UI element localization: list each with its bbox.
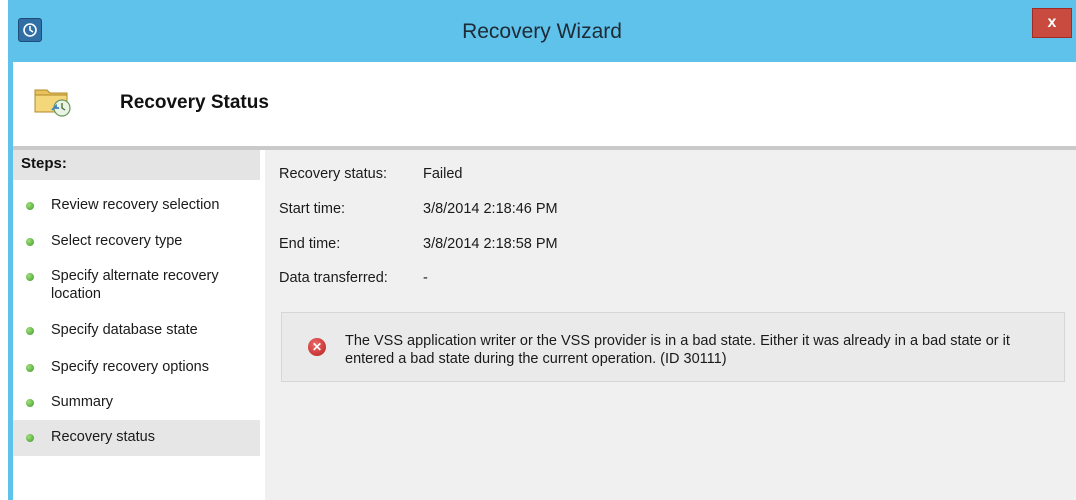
- step-label: Recovery status: [51, 429, 155, 445]
- green-dot-icon: [26, 399, 34, 407]
- title-bar[interactable]: Recovery Wizard x: [8, 0, 1076, 70]
- end-time-label: End time:: [279, 236, 341, 252]
- folder-restore-icon: [33, 82, 73, 118]
- window-title: Recovery Wizard: [462, 20, 622, 43]
- close-icon: x: [1047, 14, 1057, 31]
- green-dot-icon: [26, 202, 34, 210]
- green-dot-icon: [26, 434, 34, 442]
- step-specify-alternate-recovery-location[interactable]: Specify alternate recovery location: [13, 267, 260, 307]
- close-button[interactable]: x: [1032, 8, 1072, 38]
- status-content: Recovery status: Failed Start time: 3/8/…: [265, 150, 1076, 500]
- start-time-value: 3/8/2014 2:18:46 PM: [423, 201, 558, 217]
- recovery-wizard-window: Recovery Wizard x Recovery Status Steps:: [8, 0, 1076, 500]
- error-message: The VSS application writer or the VSS pr…: [345, 333, 1010, 367]
- step-summary[interactable]: Summary: [13, 393, 260, 417]
- green-dot-icon: [26, 238, 34, 246]
- data-transferred-label: Data transferred:: [279, 270, 388, 286]
- step-label: Select recovery type: [51, 233, 183, 249]
- green-dot-icon: [26, 327, 34, 335]
- wizard-client-area: Recovery Status Steps: Review recovery s…: [13, 62, 1076, 500]
- error-circle-icon: ✕: [308, 338, 326, 356]
- page-title: Recovery Status: [120, 92, 269, 113]
- step-label: Specify database state: [51, 322, 198, 338]
- step-select-recovery-type[interactable]: Select recovery type: [13, 232, 260, 256]
- data-transferred-value: -: [423, 270, 428, 286]
- step-label: Review recovery selection: [51, 197, 220, 213]
- wizard-header: Recovery Status: [13, 62, 1076, 146]
- step-specify-database-state[interactable]: Specify database state: [13, 321, 260, 345]
- steps-heading: Steps:: [13, 150, 260, 180]
- step-label: Summary: [51, 394, 114, 410]
- recovery-status-label: Recovery status:: [279, 166, 387, 182]
- step-specify-recovery-options[interactable]: Specify recovery options: [13, 358, 260, 382]
- steps-panel: Steps: Review recovery selection Select …: [13, 150, 265, 500]
- green-dot-icon: [26, 364, 34, 372]
- step-label: Specify recovery options: [51, 359, 209, 375]
- step-recovery-status[interactable]: Recovery status: [13, 420, 260, 456]
- start-time-label: Start time:: [279, 201, 346, 217]
- step-label: Specify alternate recovery location: [51, 268, 219, 302]
- step-review-recovery-selection[interactable]: Review recovery selection: [13, 196, 260, 220]
- recovery-status-value: Failed: [423, 166, 463, 182]
- error-message-box: ✕ The VSS application writer or the VSS …: [281, 312, 1065, 382]
- green-dot-icon: [26, 273, 34, 281]
- end-time-value: 3/8/2014 2:18:58 PM: [423, 236, 558, 252]
